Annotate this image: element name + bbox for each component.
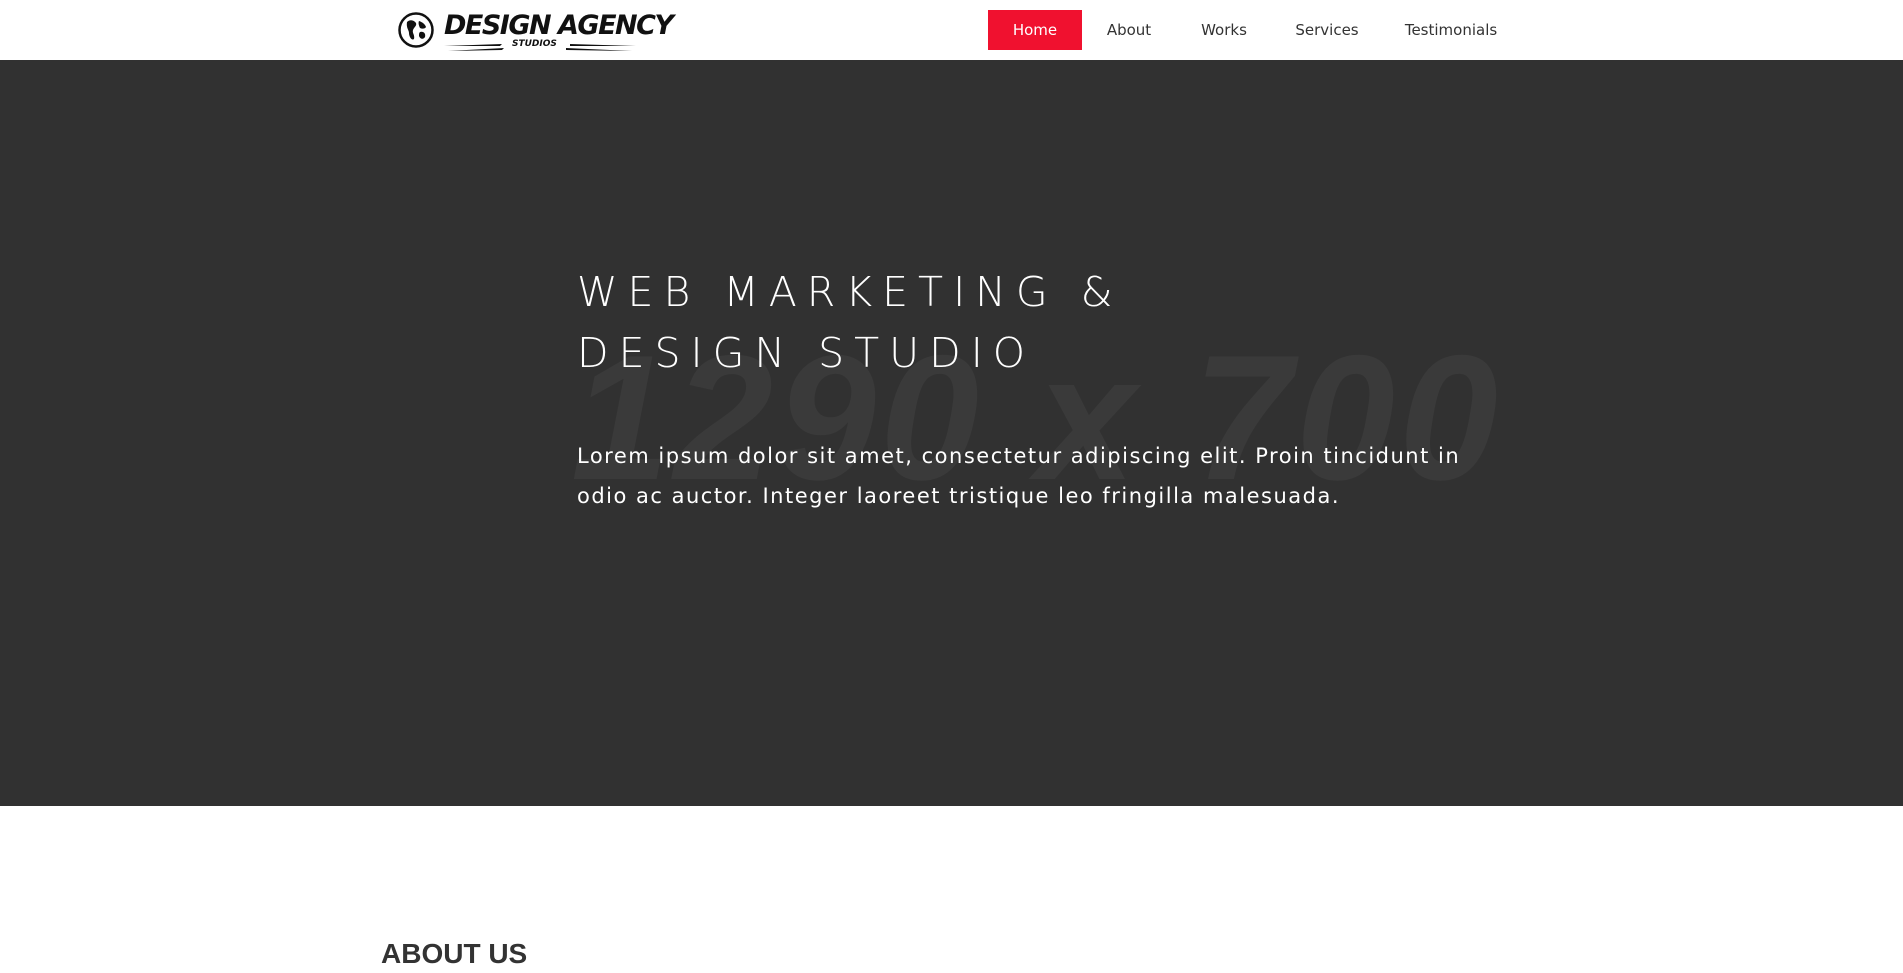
hero-title-line-1: WEB MARKETING & [577,268,1123,316]
logo-subtitle: STUDIOS [512,39,557,49]
nav-about[interactable]: About [1092,10,1166,50]
nav-works[interactable]: Works [1188,10,1260,50]
logo[interactable]: DESIGN AGENCY STUDIOS [398,10,674,52]
logo-title: DESIGN AGENCY [444,10,674,41]
hero-section: 1290 x 700 WEB MARKETING & DESIGN STUDIO… [0,60,1903,806]
nav-services[interactable]: Services [1284,10,1370,50]
nav-testimonials[interactable]: Testimonials [1396,10,1506,50]
hero-description: Lorem ipsum dolor sit amet, consectetur … [577,444,1461,508]
nav-home[interactable]: Home [988,10,1082,50]
about-section-title: ABOUT US [381,938,528,969]
globe-icon [398,12,434,48]
hero-title-line-2: DESIGN STUDIO [577,329,1036,377]
hero-title: WEB MARKETING & DESIGN STUDIO [577,262,1123,384]
site-header: DESIGN AGENCY STUDIOS Home About Works S… [0,0,1903,60]
